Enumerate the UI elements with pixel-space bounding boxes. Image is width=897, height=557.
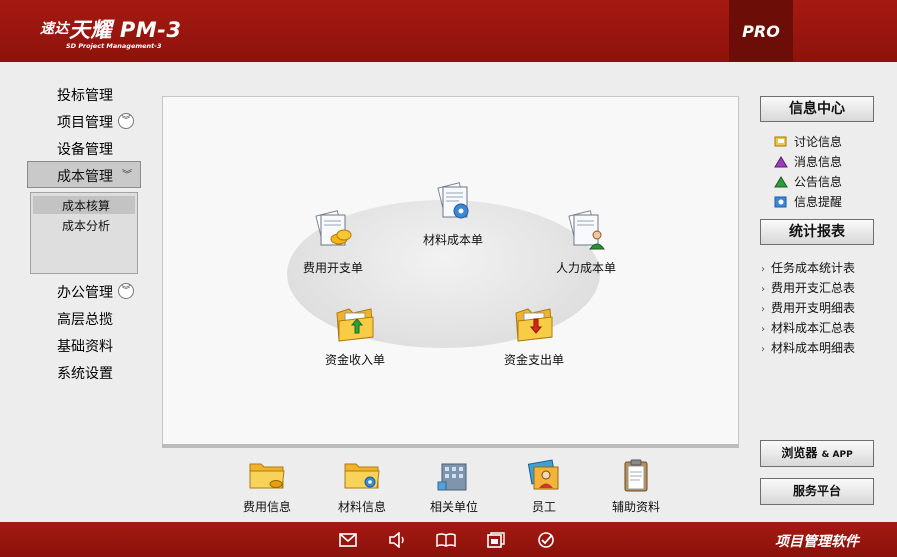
notice-icon — [774, 176, 788, 188]
stats-label: 材料成本汇总表 — [771, 321, 856, 335]
reminder-icon — [774, 196, 787, 208]
info-center-button[interactable]: 信息中心 — [760, 96, 874, 122]
dock-item-expense-info[interactable]: 费用信息 — [227, 458, 307, 515]
employee-photos-icon — [527, 459, 559, 490]
edition-badge: PRO — [729, 0, 793, 62]
stats-item-material-detail[interactable]: › 材料成本明细表 — [761, 339, 855, 356]
dock-label: 相关单位 — [429, 500, 478, 514]
folder-arrow-down-icon — [515, 308, 553, 342]
chevron-down-icon[interactable]: ︾ — [118, 283, 134, 299]
document-coins-icon — [315, 210, 352, 246]
chevron-right-icon: › — [761, 304, 765, 315]
footer-product-title: 项目管理软件 — [775, 534, 859, 550]
stats-item-material-summary[interactable]: › 材料成本汇总表 — [761, 319, 855, 336]
info-label: 讨论信息 — [794, 135, 843, 149]
stats-label: 费用开支明细表 — [771, 301, 856, 315]
check-icon[interactable] — [536, 530, 556, 550]
chevron-down-icon: ︾ — [122, 170, 132, 181]
browser-app-button[interactable]: 浏览器 & APP — [760, 440, 874, 467]
node-expense[interactable]: 费用开支单 — [288, 209, 378, 276]
info-label: 消息信息 — [794, 155, 843, 169]
folder-arrow-up-icon — [336, 308, 374, 342]
sidebar-item-overview[interactable]: 高层总揽 — [57, 309, 113, 329]
node-material-cost[interactable]: 材料成本单 — [408, 181, 498, 248]
book-icon[interactable] — [436, 530, 456, 550]
stats-item-expense-detail[interactable]: › 费用开支明细表 — [761, 299, 855, 316]
node-labor-cost[interactable]: 人力成本单 — [541, 209, 631, 276]
stats-label: 材料成本明细表 — [771, 341, 856, 355]
speaker-icon[interactable] — [387, 530, 407, 550]
stats-report-button[interactable]: 统计报表 — [760, 219, 874, 245]
footer-bar: 项目管理软件 — [0, 522, 897, 557]
node-fund-income[interactable]: 资金收入单 — [310, 301, 400, 368]
dock-item-employees[interactable]: 员工 — [504, 458, 584, 515]
dock-label: 员工 — [531, 500, 556, 514]
message-icon — [774, 156, 788, 168]
chevron-right-icon: › — [761, 324, 765, 335]
node-label: 人力成本单 — [555, 261, 616, 275]
browser-suffix: & APP — [821, 450, 853, 460]
service-platform-button[interactable]: 服务平台 — [760, 478, 874, 505]
node-label: 资金收入单 — [324, 353, 385, 367]
header-bar: 速达天耀 PM-3 SD Project Management-3 PRO — [0, 0, 897, 62]
sidebar-item-label: 成本管理 — [57, 169, 113, 185]
info-item-discussion[interactable]: 讨论信息 — [774, 133, 842, 150]
info-item-reminder[interactable]: 信息提醒 — [774, 193, 842, 210]
dock-label: 费用信息 — [242, 500, 291, 514]
logo-model: PM-3 — [119, 18, 182, 42]
logo: 速达天耀 PM-3 — [40, 14, 181, 44]
node-label: 费用开支单 — [302, 261, 363, 275]
info-label: 公告信息 — [794, 175, 843, 189]
cost-submenu: 成本核算 成本分析 — [30, 192, 138, 274]
mail-icon[interactable] — [338, 530, 358, 550]
sidebar-item-settings[interactable]: 系统设置 — [57, 363, 113, 383]
chevron-right-icon: › — [761, 344, 765, 355]
submenu-item-cost-analysis[interactable]: 成本分析 — [62, 217, 110, 234]
document-gear-icon — [437, 182, 469, 219]
chevron-right-icon: › — [761, 264, 765, 275]
panel-bottom-bar — [162, 444, 739, 448]
clipboard-icon — [624, 459, 648, 492]
workflow-panel: 材料成本单 费用开支单 人力成本单 资金收入单 资金支出单 — [162, 96, 739, 446]
sidebar-item-basic-data[interactable]: 基础资料 — [57, 336, 113, 356]
node-fund-expense[interactable]: 资金支出单 — [489, 301, 579, 368]
dock-label: 辅助资料 — [611, 500, 660, 514]
sidebar-item-cost[interactable]: 成本管理 ︾ — [27, 161, 141, 188]
info-item-message[interactable]: 消息信息 — [774, 153, 842, 170]
stats-item-expense-summary[interactable]: › 费用开支汇总表 — [761, 279, 855, 296]
building-icon — [437, 463, 467, 491]
dock-item-auxiliary[interactable]: 辅助资料 — [596, 458, 676, 515]
dock-item-material-info[interactable]: 材料信息 — [322, 458, 402, 515]
window-icon[interactable] — [486, 530, 506, 550]
stats-label: 费用开支汇总表 — [771, 281, 856, 295]
stats-item-task-cost[interactable]: › 任务成本统计表 — [761, 259, 855, 276]
chevron-right-icon: › — [761, 284, 765, 295]
folder-gear-icon — [344, 463, 380, 489]
sidebar-item-project[interactable]: 项目管理 — [57, 112, 113, 132]
folder-coins-icon — [249, 463, 285, 489]
chevron-down-icon[interactable]: ︾ — [118, 113, 134, 129]
document-person-icon — [568, 210, 605, 250]
logo-name: 天耀 — [69, 18, 112, 42]
info-label: 信息提醒 — [794, 195, 843, 209]
discussion-icon — [774, 136, 787, 147]
logo-prefix: 速达 — [40, 21, 69, 37]
dock-label: 材料信息 — [337, 500, 386, 514]
sidebar-item-bidding[interactable]: 投标管理 — [57, 85, 113, 105]
sidebar-item-office[interactable]: 办公管理 — [57, 282, 113, 302]
node-label: 资金支出单 — [503, 353, 564, 367]
node-label: 材料成本单 — [422, 233, 483, 247]
sidebar-item-equipment[interactable]: 设备管理 — [57, 139, 113, 159]
logo-subtitle: SD Project Management-3 — [66, 42, 162, 50]
stats-label: 任务成本统计表 — [771, 261, 856, 275]
info-item-notice[interactable]: 公告信息 — [774, 173, 842, 190]
browser-label: 浏览器 — [781, 446, 818, 460]
submenu-item-cost-accounting[interactable]: 成本核算 — [62, 197, 110, 214]
dock-item-related-units[interactable]: 相关单位 — [414, 458, 494, 515]
